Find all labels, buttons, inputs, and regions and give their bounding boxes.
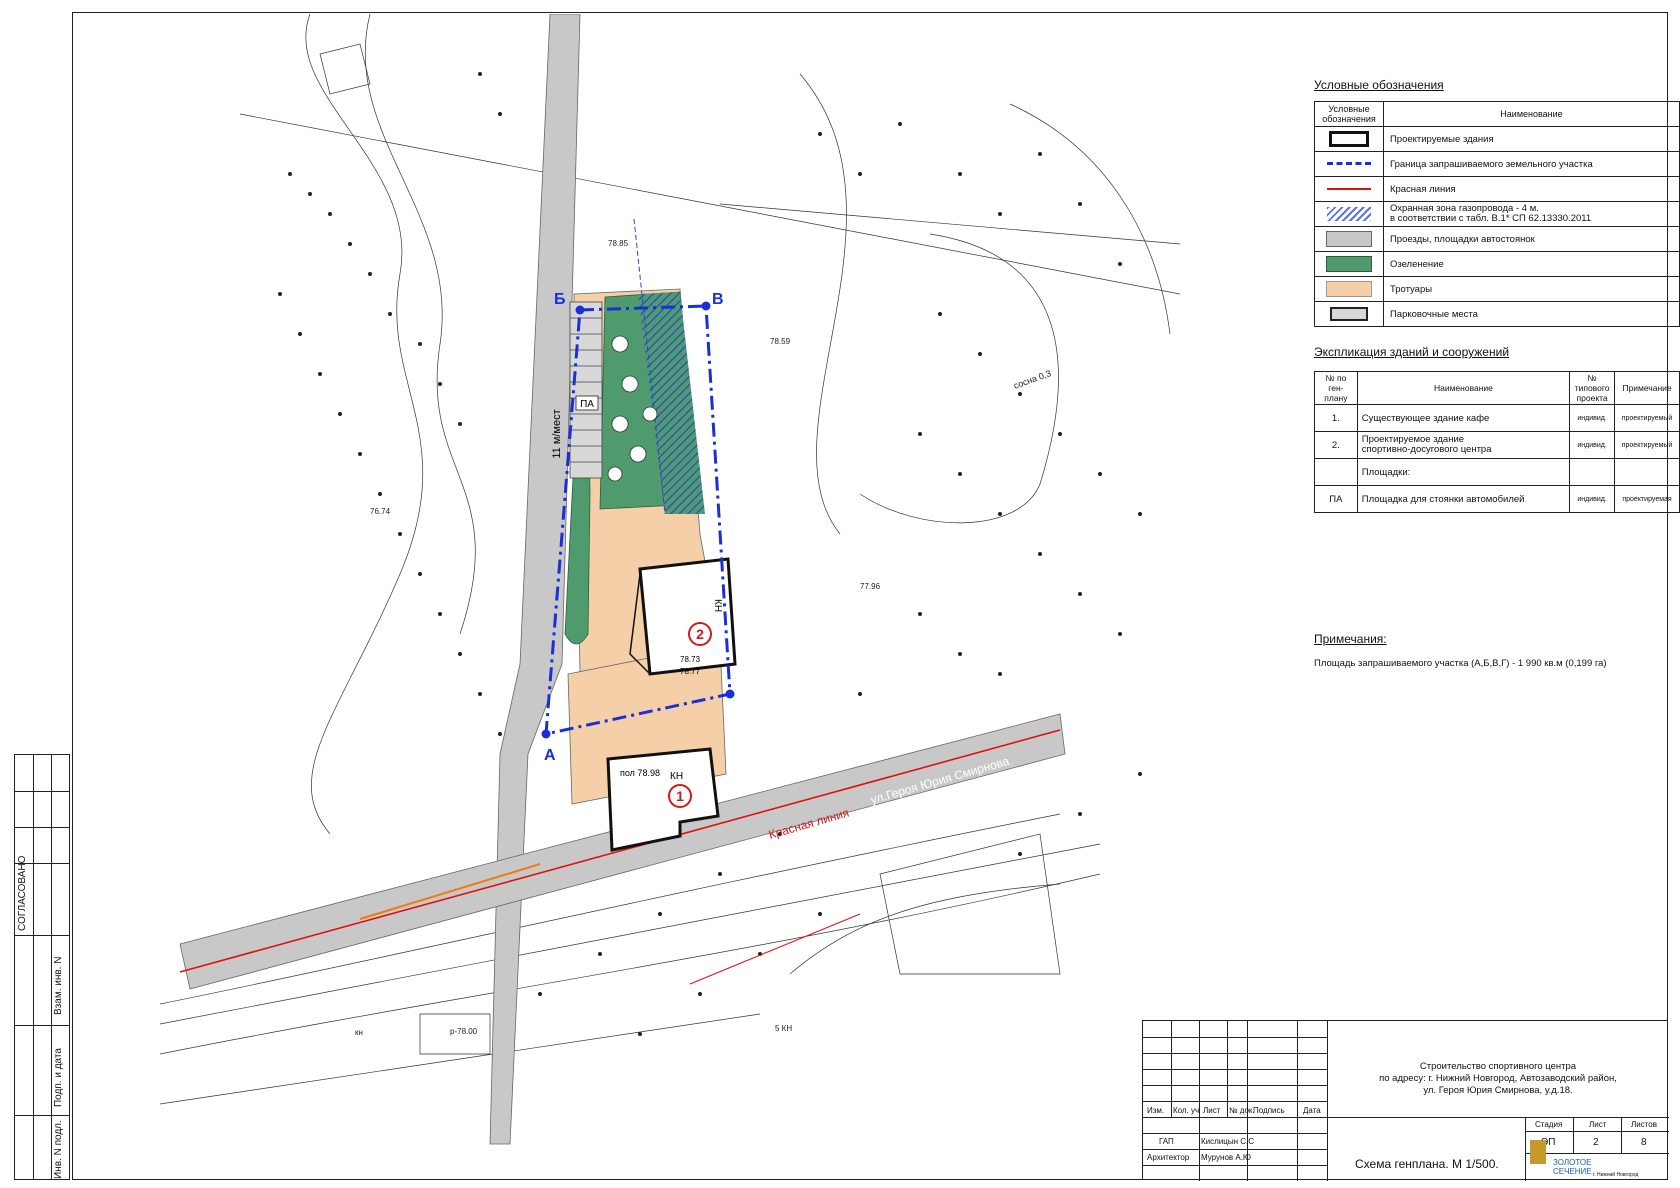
svg-text:78.85: 78.85	[608, 239, 629, 248]
table-row: Площадки:	[1314, 458, 1680, 486]
parking-label: ПА	[580, 399, 594, 410]
drawing-title: Схема генплана. М 1/500.	[1355, 1157, 1499, 1171]
notes-text: Площадь запрашиваемого участка (А,Б,В,Г)…	[1314, 658, 1607, 669]
vzam-label: Взам. инв. N	[53, 956, 64, 1015]
project-line-3: ул. Героя Юрия Смирнова, у.д.18.	[1423, 1085, 1573, 1096]
table-row: 1. Существующее здание кафе индивид. про…	[1314, 404, 1680, 432]
legend-title: Условные обозначения	[1314, 78, 1444, 92]
title-block: Изм. Кол. уч Лист № док. Подпись Дата ГА…	[1142, 1020, 1669, 1181]
boundary-line-icon	[1326, 162, 1371, 166]
svg-text:КН: КН	[670, 771, 683, 782]
project-line-1: Строительство спортивного центра	[1419, 1061, 1577, 1072]
inv-label: Инв. N подл.	[53, 1120, 64, 1179]
notes-title: Примечания:	[1314, 632, 1387, 646]
sheet-value: 2	[1593, 1137, 1599, 1148]
point-b-label: Б	[554, 291, 566, 308]
svg-text:сосна 0,3: сосна 0,3	[1012, 368, 1052, 391]
explication-table: № по ген- плану Наименование № типового …	[1314, 371, 1680, 513]
explication-title: Экспликация зданий и сооружений	[1314, 345, 1510, 359]
gas-zone-hatch-icon	[1326, 207, 1371, 221]
legend-header-symbol: Условные обозначения	[1314, 101, 1384, 127]
svg-text:77.96: 77.96	[860, 582, 881, 591]
company-logo-icon	[1530, 1140, 1546, 1164]
point-a-label: А	[544, 747, 556, 764]
table-row: ПА Площадка для стоянки автомобилей инди…	[1314, 485, 1680, 513]
point-v-label: В	[712, 291, 724, 308]
peach-fill-icon	[1325, 281, 1372, 297]
svg-text:КН: КН	[712, 599, 723, 612]
parking-fill-icon	[1329, 307, 1368, 321]
site-plan-svg: ПА 11 м/мест 2 КН 78.73 78.77 1 пол 78.9…	[159, 13, 1181, 1145]
agreed-label: СОГЛАСОВАНО	[17, 855, 28, 931]
site-plan-map: ПА 11 м/мест 2 КН 78.73 78.77 1 пол 78.9…	[159, 13, 1181, 1164]
svg-text:78.73: 78.73	[680, 655, 701, 664]
svg-text:78.77: 78.77	[680, 667, 701, 676]
company-name: ЗОЛОТОЕ СЕЧЕНИЕ	[1553, 1158, 1592, 1176]
sheets-value: 8	[1641, 1137, 1647, 1148]
svg-text:76.74: 76.74	[370, 507, 391, 516]
legend-table: Условные обозначения Наименование Проект…	[1314, 101, 1680, 327]
red-line-icon	[1326, 187, 1371, 190]
project-line-2: по адресу: г. Нижний Новгород, Автозавод…	[1379, 1073, 1617, 1084]
table-row: 2. Проектируемое здание спортивно-досугов…	[1314, 431, 1680, 459]
building-2-number: 2	[696, 626, 704, 642]
building-symbol-icon	[1328, 131, 1369, 147]
side-stamp: СОГЛАСОВАНО Взам. инв. N Подп. и дата Ин…	[14, 754, 70, 1180]
grey-fill-icon	[1325, 231, 1372, 247]
svg-text:пол 78.98: пол 78.98	[620, 768, 660, 778]
svg-text:78.59: 78.59	[770, 337, 791, 346]
svg-text:кн: кн	[355, 1028, 363, 1037]
svg-text:р-78.00: р-78.00	[450, 1027, 478, 1036]
svg-text:5 КН: 5 КН	[775, 1024, 792, 1033]
building-1-number: 1	[676, 788, 684, 804]
parking-count-label: 11 м/мест	[551, 409, 563, 458]
green-fill-icon	[1325, 256, 1372, 272]
legend-header-name: Наименование	[1382, 101, 1680, 127]
podp-data-label: Подп. и дата	[53, 1048, 64, 1107]
